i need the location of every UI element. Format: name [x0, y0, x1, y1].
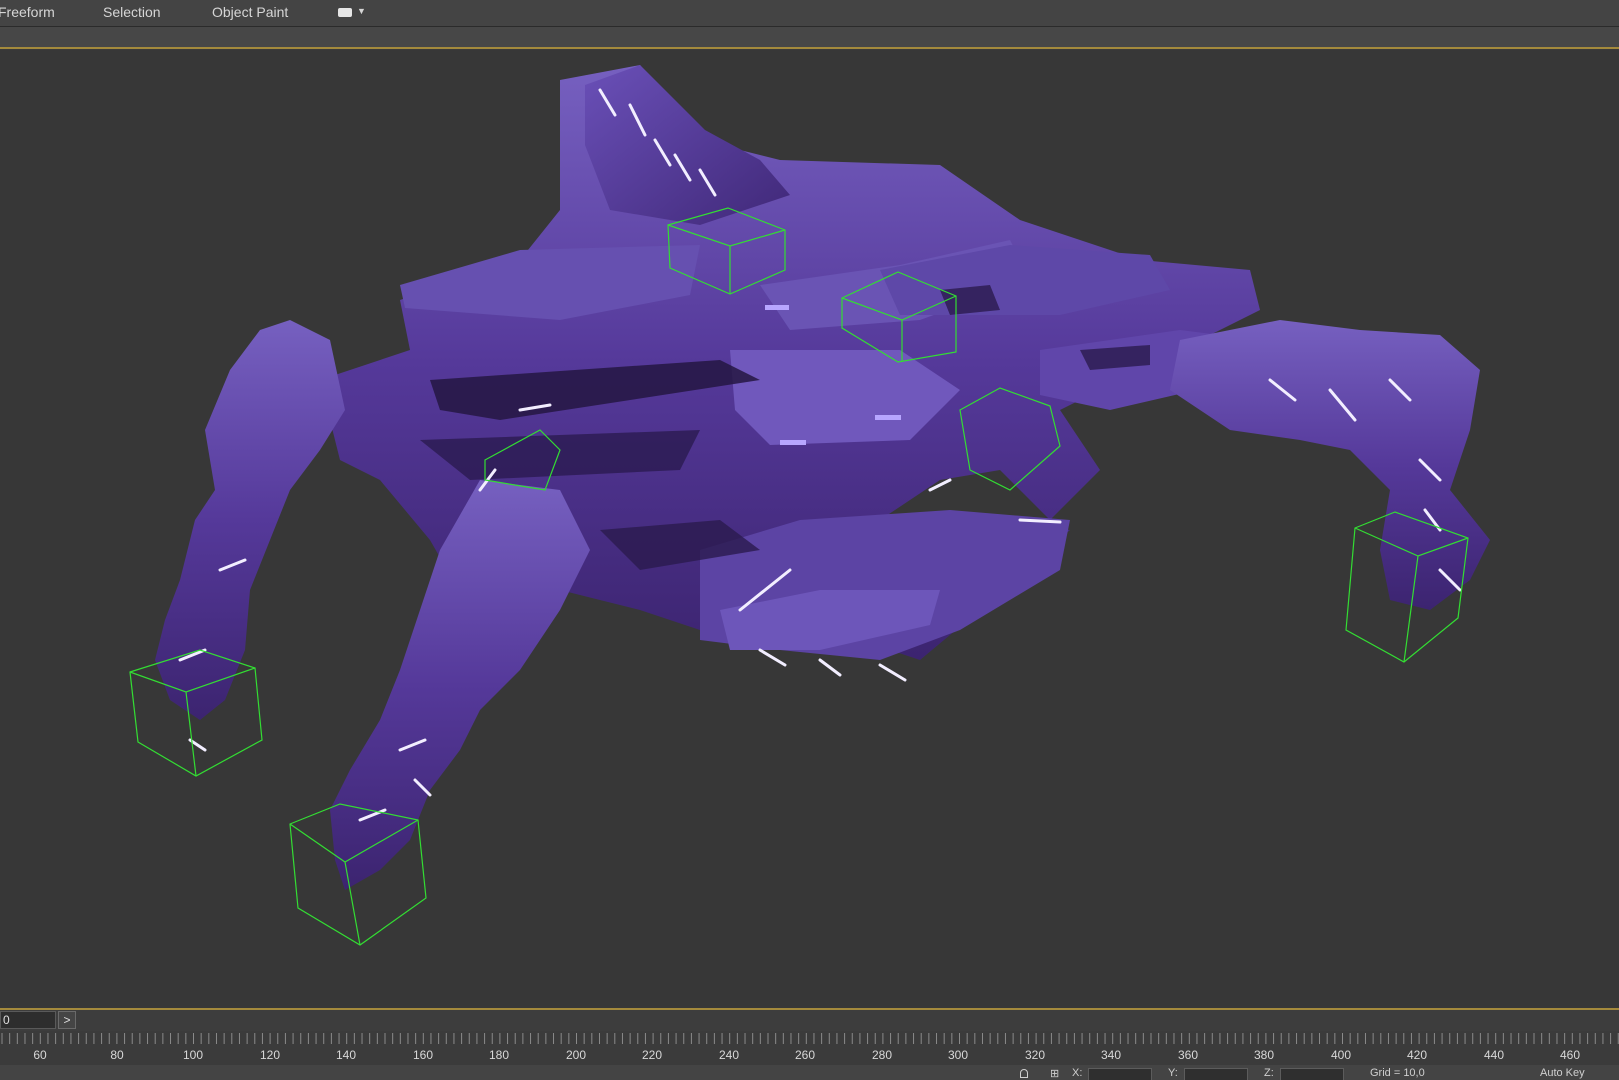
tick-label: 260	[794, 1048, 816, 1062]
tick-label: 360	[1177, 1048, 1199, 1062]
tick-label: 340	[1100, 1048, 1122, 1062]
tick-label: 460	[1559, 1048, 1581, 1062]
status-bar: ⊞ X: Y: Z: Grid = 10,0 Auto Key	[0, 1065, 1619, 1080]
viewport-scene	[129, 65, 1490, 946]
y-label: Y:	[1168, 1067, 1178, 1079]
tick-label: 100	[182, 1048, 204, 1062]
tick-label: 140	[335, 1048, 357, 1062]
tick-label: 180	[488, 1048, 510, 1062]
tick-label: 380	[1253, 1048, 1275, 1062]
ribbon-tabs: Freeform Selection Object Paint ▼	[0, 0, 1619, 27]
transform-type-in-icon[interactable]: ⊞	[1050, 1067, 1059, 1080]
tab-object-paint[interactable]: Object Paint	[212, 4, 288, 20]
ribbon-display-dropdown[interactable]: ▼	[338, 6, 368, 20]
tick-label: 60	[33, 1048, 47, 1062]
chevron-down-icon: ▼	[357, 6, 366, 16]
z-label: Z:	[1264, 1067, 1274, 1079]
tick-label: 280	[871, 1048, 893, 1062]
display-toggle-icon	[338, 8, 352, 17]
current-frame-field[interactable]: 0	[0, 1011, 56, 1029]
tick-label: 80	[110, 1048, 124, 1062]
tick-label: 120	[259, 1048, 281, 1062]
x-label: X:	[1072, 1067, 1083, 1079]
x-coordinate-field[interactable]	[1088, 1068, 1152, 1080]
track-bar[interactable]: 60 80 100 120 140 160 180 200 220 240 26…	[0, 1031, 1619, 1065]
purple-mesh-object[interactable]	[155, 65, 1490, 890]
tick-label: 240	[718, 1048, 740, 1062]
time-slider[interactable]: 0 >	[0, 1010, 1619, 1031]
tick-label: 440	[1483, 1048, 1505, 1062]
tick-label: 160	[412, 1048, 434, 1062]
tick-label: 220	[641, 1048, 663, 1062]
perspective-viewport[interactable]	[0, 50, 1619, 1008]
tick-label: 300	[947, 1048, 969, 1062]
viewport-active-border-top	[0, 47, 1619, 49]
tab-freeform[interactable]: Freeform	[0, 4, 55, 20]
tick-label: 320	[1024, 1048, 1046, 1062]
track-bar-ticks	[1, 1033, 1619, 1044]
tick-label: 400	[1330, 1048, 1352, 1062]
ribbon-panel-strip	[0, 27, 1619, 47]
z-coordinate-field[interactable]	[1280, 1068, 1344, 1080]
y-coordinate-field[interactable]	[1184, 1068, 1248, 1080]
tick-label: 420	[1406, 1048, 1428, 1062]
lock-icon[interactable]	[1020, 1069, 1028, 1078]
auto-key-button[interactable]: Auto Key	[1540, 1067, 1585, 1079]
grid-size-label: Grid = 10,0	[1370, 1067, 1425, 1079]
tick-label: 200	[565, 1048, 587, 1062]
tab-selection[interactable]: Selection	[103, 4, 161, 20]
next-frame-button[interactable]: >	[58, 1011, 76, 1029]
